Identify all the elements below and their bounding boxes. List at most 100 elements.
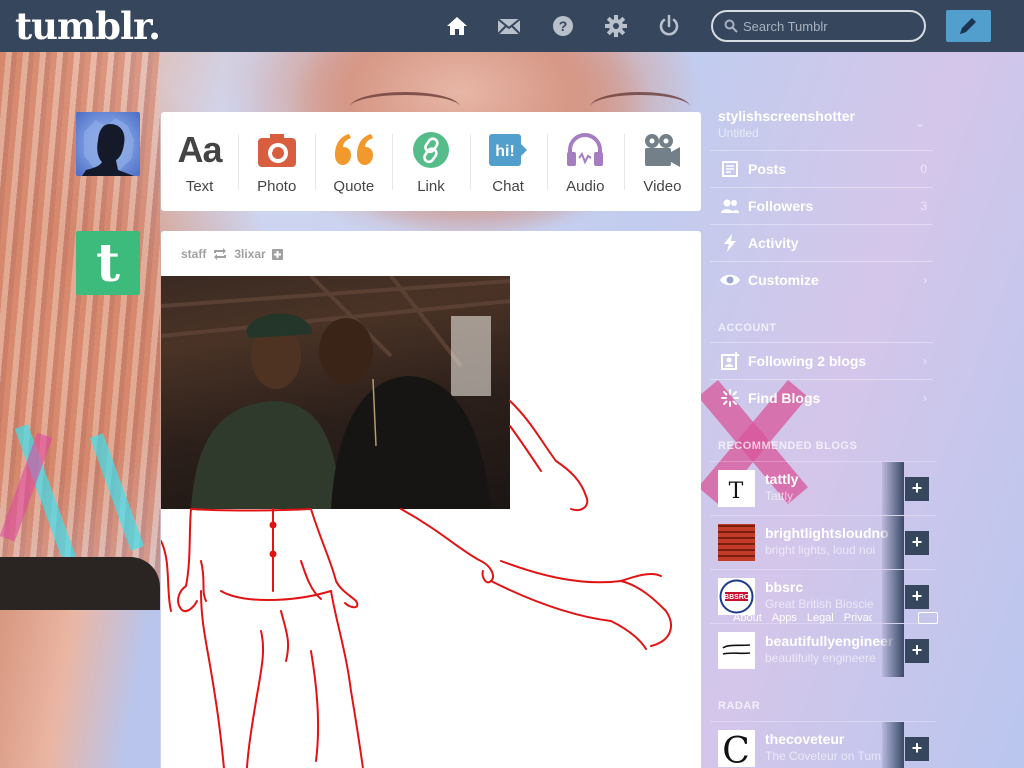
footer-link-privacy[interactable]: Privacy <box>844 612 872 624</box>
fade-overlay <box>882 462 904 515</box>
dashboard-post: staff 3lixar <box>161 231 701 768</box>
posts-icon <box>719 161 741 177</box>
svg-text:T: T <box>729 479 744 504</box>
sidebar-item-label: Find Blogs <box>748 390 821 406</box>
blog-thumbnail <box>718 632 755 669</box>
sidebar-item-following[interactable]: Following 2 blogs › <box>710 342 933 379</box>
follow-button[interactable]: + <box>905 477 929 501</box>
chevron-right-icon: › <box>923 391 927 405</box>
fade-overlay <box>882 722 904 768</box>
search-icon <box>724 19 738 33</box>
sidebar-item-followers[interactable]: Followers 3 <box>710 187 933 224</box>
user-avatar[interactable] <box>76 112 140 176</box>
radar-heading: RADAR <box>718 700 761 712</box>
footer-link-apps[interactable]: Apps <box>772 612 797 624</box>
blog-thumbnail <box>718 524 755 561</box>
background-shape <box>0 557 160 612</box>
blog-subtitle: Untitled <box>718 126 759 140</box>
user-silhouette-icon <box>82 118 134 176</box>
text-icon: Aa <box>177 129 223 170</box>
sidebar-item-count: 0 <box>920 162 927 176</box>
post-type-label: Photo <box>257 178 297 195</box>
mail-icon[interactable] <box>497 14 521 38</box>
sidebar-item-label: Followers <box>748 198 814 214</box>
blog-name: thecoveteur <box>765 731 845 747</box>
blog-subtitle: Great British Bioscie <box>765 597 874 611</box>
sidebar-item-find-blogs[interactable]: Find Blogs › <box>710 379 933 416</box>
fade-overlay <box>882 624 904 677</box>
blog-name[interactable]: stylishscreenshotter <box>718 108 855 124</box>
post-type-bar: Aa Text Photo Quote Link hi! Chat Audio … <box>161 112 701 211</box>
blog-subtitle: bright lights, loud noi <box>765 543 876 557</box>
tumblr-logo[interactable]: tumblr. <box>15 4 161 48</box>
blog-name: brightlightsloudno <box>765 525 889 541</box>
follow-button[interactable]: + <box>905 639 929 663</box>
top-header: tumblr. ? <box>0 0 1024 52</box>
footer-links: About Apps Legal Privacy <box>733 612 872 624</box>
followers-icon <box>719 198 741 214</box>
following-icon <box>719 352 741 370</box>
post-type-chat[interactable]: hi! Chat <box>469 112 547 211</box>
chevron-right-icon: › <box>923 354 927 368</box>
recommended-blog[interactable]: brightlightsloudno bright lights, loud n… <box>710 515 936 569</box>
follow-button[interactable]: + <box>905 737 929 761</box>
radar-blog[interactable]: C thecoveteur The Coveteur on Tum + <box>710 721 936 768</box>
post-type-label: Audio <box>566 178 605 195</box>
pencil-icon <box>960 18 976 34</box>
svg-text:BBSRC: BBSRC <box>724 594 749 601</box>
link-icon <box>409 130 453 170</box>
staff-avatar[interactable]: t <box>76 231 140 295</box>
svg-text:t: t <box>96 233 120 294</box>
svg-text:hi!: hi! <box>495 143 515 160</box>
sidebar-item-label: Customize <box>748 272 819 288</box>
follow-button[interactable]: + <box>905 585 929 609</box>
find-blogs-icon <box>719 389 741 407</box>
footer-link-about[interactable]: About <box>733 612 762 624</box>
blog-thumbnail: T <box>718 470 755 507</box>
svg-text:C: C <box>722 731 750 767</box>
tumblr-t-icon: t <box>96 233 120 294</box>
post-type-quote[interactable]: Quote <box>315 112 392 211</box>
background-shape <box>0 610 160 768</box>
blog-name: tattly <box>765 471 799 487</box>
recommended-blog[interactable]: beautifullyengineer beautifully engineer… <box>710 623 936 677</box>
camera-icon <box>255 130 299 170</box>
footer-link-legal[interactable]: Legal <box>807 612 834 624</box>
gear-icon[interactable] <box>604 14 628 38</box>
post-type-label: Quote <box>333 178 375 195</box>
post-type-label: Video <box>643 178 682 195</box>
post-type-text[interactable]: Aa Text <box>161 112 238 211</box>
search-box[interactable] <box>711 10 926 42</box>
svg-text:?: ? <box>559 18 568 34</box>
help-icon[interactable]: ? <box>551 14 575 38</box>
keyboard-icon[interactable] <box>918 612 938 624</box>
search-input[interactable] <box>743 17 918 35</box>
sidebar-item-customize[interactable]: Customize › <box>710 261 933 298</box>
post-type-audio[interactable]: Audio <box>546 112 624 211</box>
post-type-video[interactable]: Video <box>623 112 701 211</box>
sidebar-item-label: Activity <box>748 235 799 251</box>
blog-subtitle: beautifully engineere <box>765 651 876 665</box>
home-icon[interactable] <box>445 14 469 38</box>
sidebar-item-activity[interactable]: Activity <box>710 224 933 261</box>
blog-thumbnail: C <box>718 730 755 767</box>
account-heading: ACCOUNT <box>718 322 777 334</box>
headphones-icon <box>563 130 607 170</box>
chevron-right-icon: › <box>923 273 927 287</box>
recommended-blog[interactable]: T tattly Tattly + <box>710 461 936 515</box>
post-type-label: Link <box>417 178 445 195</box>
compose-button[interactable] <box>946 10 991 42</box>
power-icon[interactable] <box>657 14 681 38</box>
red-line-drawing <box>161 400 672 768</box>
activity-icon <box>719 234 741 252</box>
sidebar-item-label: Posts <box>748 161 787 177</box>
post-type-label: Chat <box>492 178 524 195</box>
post-type-link[interactable]: Link <box>392 112 469 211</box>
eye-icon <box>719 273 741 287</box>
video-camera-icon <box>640 130 684 170</box>
follow-button[interactable]: + <box>905 531 929 555</box>
chevron-down-icon[interactable]: ⌄ <box>915 116 925 130</box>
post-type-photo[interactable]: Photo <box>238 112 315 211</box>
sidebar-item-posts[interactable]: Posts 0 <box>710 150 933 187</box>
blog-name: bbsrc <box>765 579 804 595</box>
